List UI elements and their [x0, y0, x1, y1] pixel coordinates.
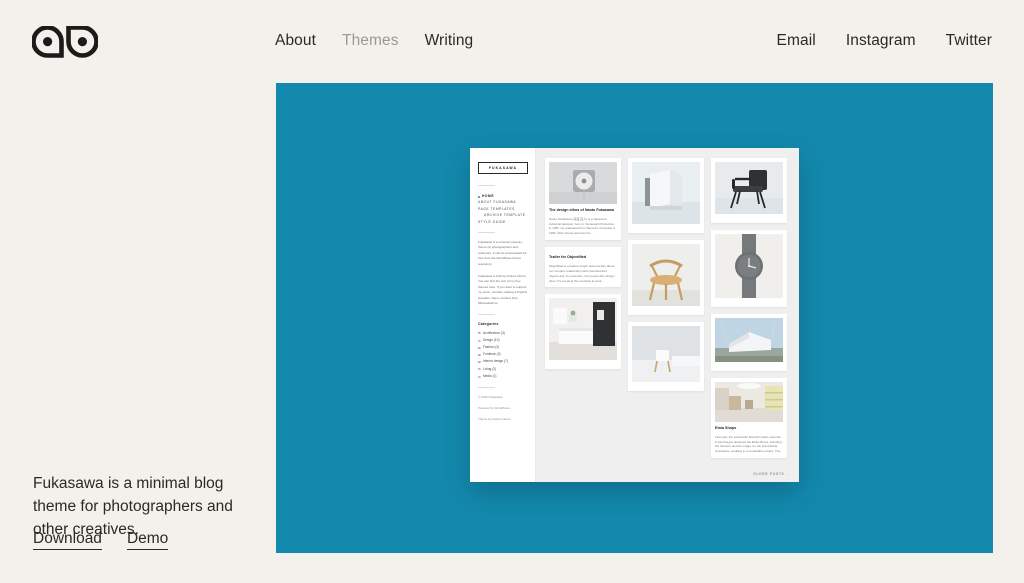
theme-preview-screenshot[interactable]: FUKASAWA Home About Fukasawa Page Templa…	[470, 148, 799, 482]
category-label: Architecture	[483, 330, 501, 335]
preview-post-title: The design ethos of Naoto Fukasawa	[549, 208, 614, 212]
black-lounge-chair-image	[715, 162, 783, 214]
page-root: About Themes Writing Email Instagram Twi…	[0, 0, 1024, 583]
white-interior-kitchen-image	[549, 298, 617, 361]
preview-post-card-objectified[interactable]: Trailer for Objectified Objectified is a…	[545, 247, 621, 288]
nav-link-about[interactable]: About	[275, 30, 316, 51]
preview-divider-4	[478, 386, 495, 388]
preview-menu: Home About Fukasawa Page Templates Archi…	[478, 193, 528, 225]
preview-post-grid: The design ethos of Naoto Fukasawa Naoto…	[536, 148, 799, 482]
preview-sidebar: FUKASAWA Home About Fukasawa Page Templa…	[470, 148, 536, 482]
preview-category-design[interactable]: Design (13)	[478, 337, 528, 344]
nav-link-writing[interactable]: Writing	[425, 30, 474, 51]
preview-image-card-watch[interactable]	[711, 230, 787, 307]
category-count: 13	[494, 337, 499, 342]
wooden-round-chair-image	[632, 244, 700, 306]
preview-image-card-abstract-sculpture[interactable]	[628, 158, 704, 233]
demo-link[interactable]: Demo	[126, 530, 169, 550]
category-label: Interior design	[483, 359, 504, 364]
nav-link-instagram[interactable]: Instagram	[846, 30, 916, 51]
category-count: 2	[496, 344, 499, 349]
site-header: About Themes Writing Email Instagram Twi…	[0, 0, 1024, 82]
category-count: 3	[501, 330, 504, 335]
muji-cd-player-image	[549, 162, 617, 204]
etnia-shop-interior-image	[715, 382, 783, 422]
preview-category-furniture[interactable]: Furniture (3)	[478, 351, 528, 358]
nav-link-email[interactable]: Email	[777, 30, 816, 51]
preview-intro-paragraph-2: Fukasawa is built by Anders Norén. You c…	[478, 274, 528, 306]
double-a-logo-icon	[32, 26, 98, 58]
preview-post-title: Trailer for Objectified	[549, 255, 587, 260]
preview-grid-column-3: Etnia Shops Last year, the successful Sp…	[711, 158, 787, 472]
category-label: Design	[483, 337, 493, 342]
preview-post-title: Etnia Shops	[715, 426, 737, 430]
category-label: Fashion	[483, 344, 495, 349]
preview-image-card-black-chair[interactable]	[711, 158, 787, 223]
download-link[interactable]: Download	[33, 530, 102, 550]
preview-site-title: FUKASAWA	[478, 162, 528, 174]
preview-image-card-wooden-chair[interactable]	[628, 240, 704, 315]
preview-divider-1	[478, 185, 495, 186]
grey-minimal-watch-image	[715, 234, 783, 298]
site-logo[interactable]	[32, 26, 98, 60]
primary-nav: About Themes Writing	[275, 30, 473, 51]
preview-category-living[interactable]: Living (2)	[478, 366, 528, 373]
abstract-white-sculpture-image	[632, 162, 700, 224]
preview-post-card-etnia-shops[interactable]: Etnia Shops Last year, the successful Sp…	[711, 378, 787, 459]
preview-footer-powered-by: Powered by WordPress.	[478, 406, 511, 411]
category-label: Media	[483, 373, 492, 378]
preview-categories-list: Architecture (3) Design (13) Fashion (2)…	[478, 330, 528, 380]
preview-menu-item-style-guide[interactable]: Style Guide	[478, 219, 528, 225]
category-count: 3	[497, 352, 500, 357]
preview-footer-copyright: © 2015 Fukasawa.	[478, 394, 504, 399]
preview-post-excerpt: Naoto Fukasawa (深澤 直人) is a Japanese ind…	[549, 216, 616, 236]
preview-footer-theme-credit: Theme by Anders Norén.	[478, 417, 512, 422]
preview-older-posts-link[interactable]: OLDER POSTS →	[753, 472, 790, 476]
category-count: 2	[493, 366, 496, 371]
category-label: Furniture	[483, 352, 496, 357]
preview-grid-column-1: The design ethos of Naoto Fukasawa Naoto…	[545, 158, 621, 472]
white-chair-in-empty-room-image	[632, 326, 700, 382]
hero-actions: Download Demo	[33, 530, 169, 550]
preview-intro-paragraph-1: Fukasawa is a minimal masonry theme for …	[478, 240, 527, 266]
preview-category-media[interactable]: Media (1)	[478, 373, 528, 380]
preview-category-interior-design[interactable]: Interior design (7)	[478, 358, 528, 365]
preview-divider-2	[478, 232, 495, 234]
preview-grid-column-2	[628, 158, 704, 472]
preview-post-card-design-ethos[interactable]: The design ethos of Naoto Fukasawa Naoto…	[545, 158, 621, 241]
preview-post-excerpt: Last year, the successful Spanish studio…	[715, 434, 783, 454]
preview-divider-3	[478, 313, 495, 315]
category-count: 1	[493, 373, 496, 378]
social-nav: Email Instagram Twitter	[777, 30, 992, 51]
preview-category-architecture[interactable]: Architecture (3)	[478, 330, 528, 337]
category-label: Living	[483, 366, 492, 371]
preview-post-excerpt: Objectified is a feature length document…	[549, 263, 615, 283]
preview-image-card-white-room-chair[interactable]	[628, 322, 704, 391]
preview-categories-heading: Categories	[478, 321, 499, 326]
preview-category-fashion[interactable]: Fashion (2)	[478, 344, 528, 351]
nav-link-twitter[interactable]: Twitter	[946, 30, 992, 51]
nav-link-themes[interactable]: Themes	[342, 30, 399, 51]
white-modern-building-image	[715, 318, 783, 362]
preview-image-card-white-building[interactable]	[711, 314, 787, 371]
preview-image-card-white-interior[interactable]	[545, 294, 621, 370]
category-count: 7	[505, 359, 507, 364]
